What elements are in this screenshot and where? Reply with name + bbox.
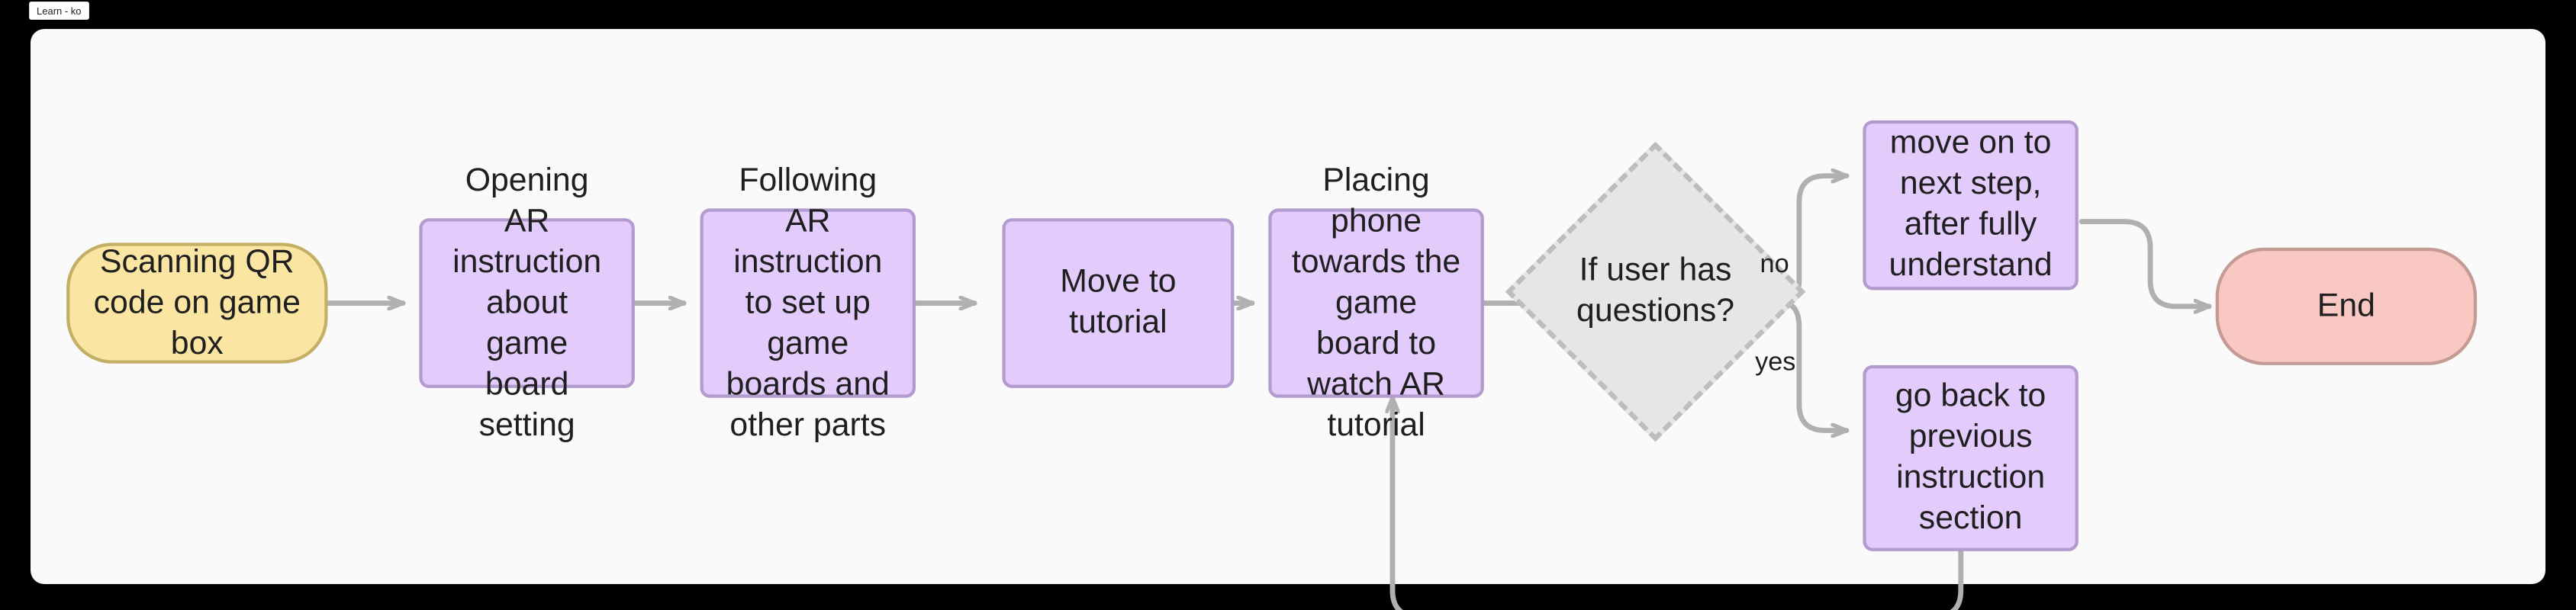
node-placing-phone[interactable]: Placing phone towards the game board to … <box>1268 162 1484 443</box>
node-go-back-previous-instruction[interactable]: go back to previous instruction section <box>1863 364 2079 551</box>
node-move-to-tutorial[interactable]: Move to tutorial <box>1002 218 1235 388</box>
node-opening-ar-instruction-label: Opening AR instruction about game board … <box>452 162 602 443</box>
browser-tab-chip[interactable]: Learn - ko <box>29 2 89 20</box>
node-following-ar-instruction-label: Following AR instruction to set up game … <box>726 162 890 443</box>
node-decision-user-has-questions[interactable]: If user has questions? <box>1505 141 1806 442</box>
node-opening-ar-instruction[interactable]: Opening AR instruction about game board … <box>419 162 635 443</box>
edge-next-step-to-end <box>2079 219 2212 307</box>
edge-label-yes: yes <box>1755 348 1796 377</box>
node-end[interactable]: End <box>2215 247 2478 365</box>
node-placing-phone-label: Placing phone towards the game board to … <box>1291 162 1461 443</box>
node-following-ar-instruction[interactable]: Following AR instruction to set up game … <box>700 162 916 443</box>
node-start[interactable]: Scanning QR code on game box <box>66 242 328 364</box>
node-decision-label: If user has questions? <box>1576 252 1735 329</box>
node-move-to-tutorial-label: Move to tutorial <box>1060 264 1177 341</box>
node-start-label: Scanning QR code on game box <box>93 243 301 361</box>
node-move-on-next-step-label: move on to next step, after fully unders… <box>1889 125 2053 284</box>
app-root: Learn - ko Scanning QR code on game box … <box>0 0 2576 610</box>
node-go-back-previous-instruction-label: go back to previous instruction section <box>1895 378 2046 537</box>
node-end-label: End <box>2317 287 2375 324</box>
diagram-canvas[interactable]: Scanning QR code on game box Opening AR … <box>31 29 2545 610</box>
browser-tab-label: Learn - ko <box>37 5 82 17</box>
edge-label-no: no <box>1760 251 1789 279</box>
node-move-on-next-step[interactable]: move on to next step, after fully unders… <box>1863 120 2079 291</box>
